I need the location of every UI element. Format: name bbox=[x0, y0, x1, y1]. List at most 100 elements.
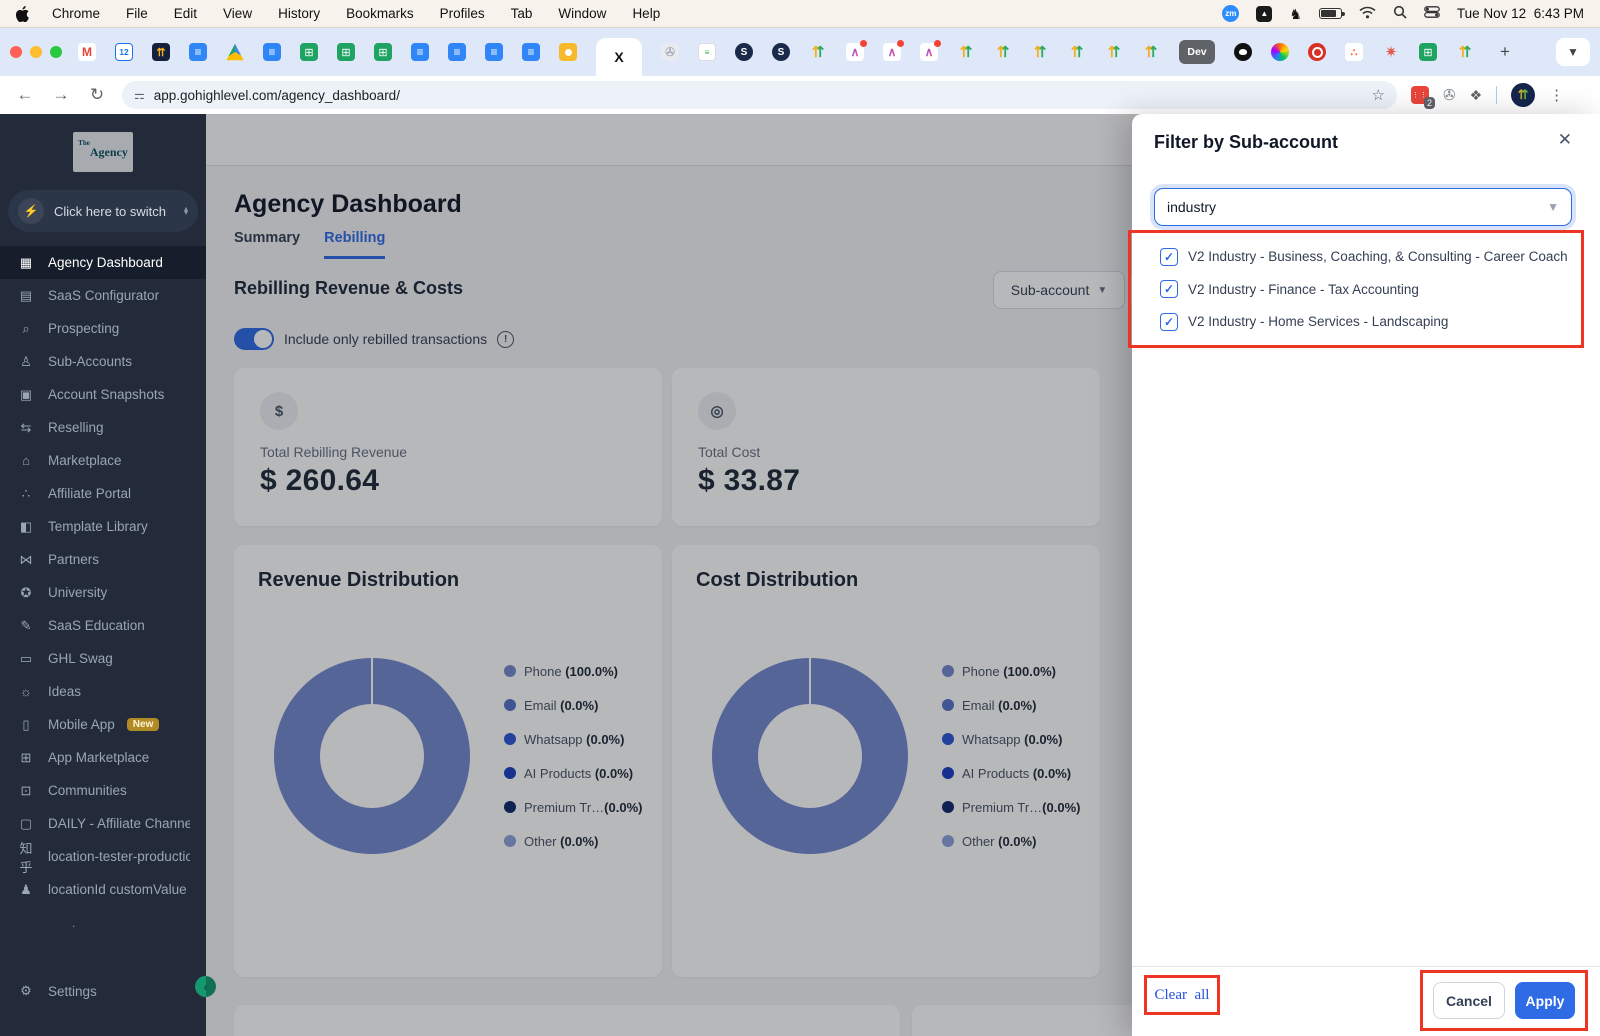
sidebar-item[interactable]: ▦ Agency Dashboard bbox=[0, 246, 206, 279]
tab-favicon[interactable] bbox=[957, 43, 975, 61]
tab-favicon[interactable] bbox=[1068, 43, 1086, 61]
tab-favicon[interactable] bbox=[300, 43, 318, 61]
tab-favicon[interactable] bbox=[263, 43, 281, 61]
sidebar-item[interactable]: ⋈ Partners bbox=[0, 543, 206, 576]
tab-favicon[interactable]: S bbox=[772, 43, 790, 61]
sidebar-item[interactable]: ⊡ Communities bbox=[0, 774, 206, 807]
forward-button[interactable]: → bbox=[50, 85, 72, 105]
tab-favicon[interactable] bbox=[1234, 43, 1252, 61]
sidebar-item[interactable]: ♟ locationId customValue bbox=[0, 873, 206, 906]
tab-favicon[interactable] bbox=[1142, 43, 1160, 61]
sidebar-item[interactable]: ▤ SaaS Configurator bbox=[0, 279, 206, 312]
sidebar-item[interactable]: ◧ Template Library bbox=[0, 510, 206, 543]
tab-favicon[interactable]: M bbox=[78, 43, 96, 61]
zoom-app-icon[interactable]: zm bbox=[1222, 5, 1239, 22]
sidebar-item[interactable]: ✪ University bbox=[0, 576, 206, 609]
profile-avatar[interactable] bbox=[1511, 83, 1535, 107]
tab-favicon[interactable] bbox=[522, 43, 540, 61]
tab-favicon[interactable]: + bbox=[1493, 43, 1517, 61]
tab-favicon[interactable] bbox=[1031, 43, 1049, 61]
kangaroo-app-icon[interactable]: ♞ bbox=[1289, 7, 1302, 21]
site-settings-icon[interactable]: ⚎ bbox=[134, 88, 144, 102]
chevron-down-icon[interactable]: ▼ bbox=[1547, 200, 1571, 214]
minimize-window-button[interactable] bbox=[30, 46, 42, 58]
sidebar-item[interactable]: ⇆ Reselling bbox=[0, 411, 206, 444]
tab-favicon[interactable]: Dev bbox=[1179, 40, 1215, 64]
subaccount-search-select[interactable]: ▼ bbox=[1154, 188, 1572, 226]
tab-favicon[interactable] bbox=[1271, 43, 1289, 61]
tab-favicon[interactable]: 12 bbox=[115, 43, 133, 61]
sidebar-item[interactable]: ☼ Ideas bbox=[0, 675, 206, 708]
tab-favicon[interactable] bbox=[337, 43, 355, 61]
tab-favicon[interactable] bbox=[226, 43, 244, 61]
tab-favicon[interactable] bbox=[411, 43, 429, 61]
menubar-item[interactable]: Bookmarks bbox=[346, 6, 414, 21]
sidebar-item[interactable]: ⌂ Marketplace bbox=[0, 444, 206, 477]
tab-favicon[interactable] bbox=[661, 43, 679, 61]
menubar-item[interactable]: History bbox=[278, 6, 320, 21]
tab-favicon[interactable] bbox=[1308, 43, 1326, 61]
sidebar-item[interactable]: ▯ Mobile App New bbox=[0, 708, 206, 741]
tab-favicon[interactable] bbox=[189, 43, 207, 61]
sidebar-item[interactable]: 知乎 location-tester-production bbox=[0, 840, 206, 873]
checkbox-checked-icon[interactable] bbox=[1160, 248, 1178, 266]
close-icon[interactable]: ✕ bbox=[1558, 130, 1572, 150]
control-center-icon[interactable] bbox=[1424, 6, 1440, 21]
tab-favicon[interactable] bbox=[1382, 43, 1400, 61]
menubar-item[interactable]: Window bbox=[558, 6, 606, 21]
sidebar-item[interactable]: ∴ Affiliate Portal bbox=[0, 477, 206, 510]
camera-extension-icon[interactable]: ✇ bbox=[1443, 86, 1456, 104]
screenshot-app-icon[interactable]: ▲ bbox=[1256, 6, 1272, 22]
menubar-item[interactable]: Edit bbox=[174, 6, 197, 21]
menubar-item[interactable]: File bbox=[126, 6, 148, 21]
menubar-item[interactable]: Help bbox=[632, 6, 660, 21]
apple-logo-icon[interactable] bbox=[16, 6, 30, 22]
address-bar[interactable]: ⚎ app.gohighlevel.com/agency_dashboard/ … bbox=[122, 81, 1397, 109]
tab-search-chevron-icon[interactable]: ▼ bbox=[1556, 38, 1590, 66]
account-switcher[interactable]: ⚡ Click here to switch ▴▾ bbox=[8, 190, 198, 232]
checkbox-checked-icon[interactable] bbox=[1160, 280, 1178, 298]
wifi-icon[interactable] bbox=[1359, 6, 1376, 22]
tab-favicon[interactable] bbox=[559, 43, 577, 61]
tab-favicon[interactable] bbox=[883, 43, 901, 61]
tab-favicon[interactable] bbox=[1105, 43, 1123, 61]
tab-favicon[interactable]: X bbox=[596, 38, 642, 76]
tab-favicon[interactable] bbox=[374, 43, 392, 61]
back-button[interactable]: ← bbox=[14, 85, 36, 105]
tab-favicon[interactable] bbox=[809, 43, 827, 61]
tab-favicon[interactable] bbox=[448, 43, 466, 61]
sidebar-item[interactable]: ▢ DAILY - Affiliate Channel bbox=[0, 807, 206, 840]
menubar-item[interactable]: Tab bbox=[511, 6, 533, 21]
tab-favicon[interactable] bbox=[1456, 43, 1474, 61]
subaccount-option[interactable]: V2 Industry - Home Services - Landscapin… bbox=[1131, 313, 1581, 331]
extensions-puzzle-icon[interactable]: ❖ bbox=[1470, 87, 1483, 104]
search-input[interactable] bbox=[1155, 199, 1547, 215]
battery-icon[interactable] bbox=[1319, 8, 1342, 19]
menubar-item[interactable]: View bbox=[223, 6, 252, 21]
tab-favicon[interactable] bbox=[485, 43, 503, 61]
checkbox-checked-icon[interactable] bbox=[1160, 313, 1178, 331]
sidebar-item-settings[interactable]: ⚙ Settings bbox=[0, 974, 206, 1008]
menubar-item[interactable]: Chrome bbox=[52, 6, 100, 21]
sidebar-item[interactable]: ⌕ Prospecting bbox=[0, 312, 206, 345]
tab-favicon[interactable] bbox=[152, 43, 170, 61]
tab-favicon[interactable] bbox=[846, 43, 864, 61]
cancel-button[interactable]: Cancel bbox=[1433, 982, 1505, 1019]
reload-button[interactable]: ↻ bbox=[86, 85, 108, 105]
close-window-button[interactable] bbox=[10, 46, 22, 58]
tab-favicon[interactable]: S bbox=[735, 43, 753, 61]
sidebar-item[interactable]: ▭ GHL Swag bbox=[0, 642, 206, 675]
sidebar-item[interactable]: ⊞ App Marketplace bbox=[0, 741, 206, 774]
extension-icon[interactable]: 2 bbox=[1411, 86, 1429, 104]
apply-button[interactable]: Apply bbox=[1515, 982, 1575, 1019]
menubar-clock[interactable]: Tue Nov 12 6:43 PM bbox=[1457, 6, 1584, 21]
url-text[interactable]: app.gohighlevel.com/agency_dashboard/ bbox=[154, 88, 1362, 103]
clear-all-link[interactable]: Clear all bbox=[1155, 987, 1210, 1004]
subaccount-option[interactable]: V2 Industry - Finance - Tax Accounting bbox=[1131, 280, 1581, 298]
tab-favicon[interactable] bbox=[1419, 43, 1437, 61]
sidebar-item[interactable]: ♙ Sub-Accounts bbox=[0, 345, 206, 378]
bookmark-star-icon[interactable]: ☆ bbox=[1372, 86, 1385, 104]
browser-menu-icon[interactable]: ⋮ bbox=[1549, 86, 1564, 104]
tab-favicon[interactable] bbox=[1345, 43, 1363, 61]
sidebar-item[interactable]: ▣ Account Snapshots bbox=[0, 378, 206, 411]
